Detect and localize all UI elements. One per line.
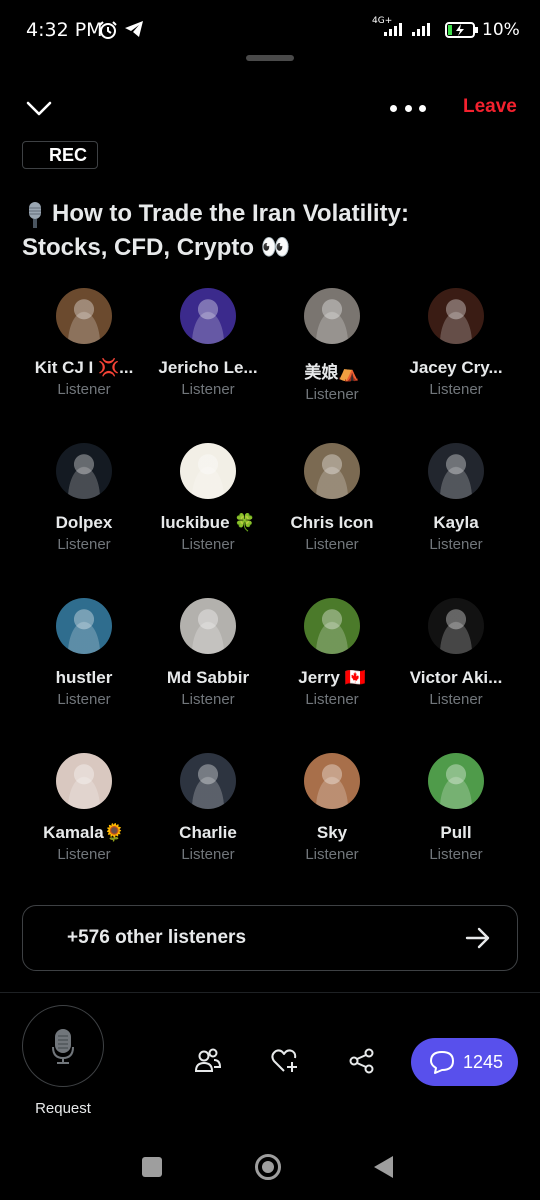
- other-listeners-button[interactable]: +576 other listeners: [22, 905, 518, 971]
- space-title: How to Trade the Iran Volatility: Stocks…: [22, 197, 522, 265]
- chevron-down-icon[interactable]: [24, 96, 54, 120]
- listener-role: Listener: [429, 381, 483, 398]
- people-icon[interactable]: [194, 1048, 222, 1074]
- listener-name: Sky: [316, 823, 348, 842]
- suit-man-avatar[interactable]: [180, 753, 236, 809]
- listener-role: Listener: [429, 691, 483, 708]
- listener-role: Listener: [305, 536, 359, 553]
- listener-card[interactable]: Kamala🌻 Listener: [22, 753, 146, 863]
- listener-card[interactable]: Pull Listener: [394, 753, 518, 863]
- signal-icon: [412, 23, 430, 36]
- arrow-right-icon: [465, 927, 490, 949]
- listener-name: Jerry 🇨🇦: [298, 668, 366, 687]
- listener-name: luckibue 🍀: [160, 513, 256, 532]
- alarm-icon: [99, 21, 117, 39]
- listener-name: Pull: [440, 823, 472, 842]
- listener-card[interactable]: Jerry 🇨🇦 Listener: [270, 598, 394, 708]
- listener-name: Kit CJ I 💢...: [34, 358, 134, 377]
- comments-count: 1245: [463, 1051, 504, 1072]
- listener-role: Listener: [181, 381, 235, 398]
- listener-role: Listener: [305, 691, 359, 708]
- listener-role: Listener: [57, 846, 111, 863]
- recents-icon[interactable]: [142, 1157, 162, 1177]
- listener-name: Victor Aki...: [409, 668, 503, 687]
- fire-ring-avatar[interactable]: [428, 288, 484, 344]
- listener-card[interactable]: luckibue 🍀 Listener: [146, 443, 270, 553]
- listener-name: Jacey Cry...: [409, 358, 503, 377]
- listener-name: Kayla: [433, 513, 479, 532]
- listener-card[interactable]: Md Sabbir Listener: [146, 598, 270, 708]
- cartoon-boy-avatar[interactable]: [428, 753, 484, 809]
- street-photo-avatar[interactable]: [304, 753, 360, 809]
- listener-card[interactable]: Sky Listener: [270, 753, 394, 863]
- listener-card[interactable]: Jacey Cry... Listener: [394, 288, 518, 398]
- listener-name: Charlie: [179, 823, 237, 842]
- masked-hero-avatar[interactable]: [56, 598, 112, 654]
- cartoon-cowboy-avatar[interactable]: [56, 288, 112, 344]
- listener-card[interactable]: 美娘⛺ Listener: [270, 288, 394, 403]
- listener-name: Chris Icon: [290, 513, 374, 532]
- request-label: Request: [35, 1100, 91, 1117]
- signal-icon: [384, 23, 402, 36]
- listener-name: hustler: [55, 668, 113, 687]
- listener-role: Listener: [429, 846, 483, 863]
- car-lights-avatar[interactable]: [428, 443, 484, 499]
- other-listeners-label: +576 other listeners: [67, 927, 247, 948]
- phone-screen-avatar[interactable]: [56, 443, 112, 499]
- comment-icon: [430, 1051, 454, 1074]
- listener-role: Listener: [181, 691, 235, 708]
- golf-driver-avatar[interactable]: [304, 598, 360, 654]
- status-bar: 4:32 PM 4G+ 10%: [0, 0, 540, 60]
- back-icon[interactable]: [374, 1156, 393, 1178]
- listener-card[interactable]: Kit CJ I 💢... Listener: [22, 288, 146, 398]
- listener-name: Kamala🌻: [43, 823, 125, 842]
- anime-girl-avatar[interactable]: [180, 443, 236, 499]
- clock-time: 4:32 PM: [26, 19, 103, 41]
- listener-card[interactable]: hustler Listener: [22, 598, 146, 708]
- listener-card[interactable]: Charlie Listener: [146, 753, 270, 863]
- listener-role: Listener: [429, 536, 483, 553]
- listener-role: Listener: [57, 536, 111, 553]
- battery-percent: 10%: [482, 20, 520, 40]
- record-dot-icon: [33, 149, 45, 161]
- listener-name: Md Sabbir: [166, 668, 250, 687]
- listener-role: Listener: [181, 536, 235, 553]
- listener-role: Listener: [305, 386, 359, 403]
- request-button[interactable]: [22, 1005, 104, 1087]
- listener-card[interactable]: Victor Aki... Listener: [394, 598, 518, 708]
- rec-label: REC: [49, 144, 88, 165]
- listener-role: Listener: [57, 381, 111, 398]
- rec-badge: REC: [22, 141, 98, 169]
- title-line-1: How to Trade the Iran Volatility:: [52, 200, 409, 227]
- divider: [0, 992, 540, 993]
- share-icon[interactable]: [349, 1048, 375, 1074]
- microphone-icon: [52, 1029, 74, 1064]
- listener-role: Listener: [57, 691, 111, 708]
- listener-card[interactable]: Jericho Le... Listener: [146, 288, 270, 398]
- app-logo-avatar[interactable]: [428, 598, 484, 654]
- woman-portrait-avatar[interactable]: [56, 753, 112, 809]
- hand-figurine-avatar[interactable]: [304, 288, 360, 344]
- telegram-icon: [125, 21, 143, 37]
- listener-name: Jericho Le...: [158, 358, 258, 377]
- listener-card[interactable]: Kayla Listener: [394, 443, 518, 553]
- battery-charging-icon: [445, 22, 478, 38]
- listener-role: Listener: [181, 846, 235, 863]
- comments-button[interactable]: 1245: [411, 1038, 518, 1086]
- heart-plus-icon[interactable]: [271, 1048, 299, 1074]
- man-portrait-avatar[interactable]: [180, 598, 236, 654]
- listener-name: 美娘⛺: [304, 363, 360, 382]
- more-dots-icon[interactable]: [390, 98, 426, 118]
- microphone-emoji-icon: [29, 201, 41, 228]
- listener-name: Dolpex: [55, 513, 113, 532]
- home-icon[interactable]: [255, 1154, 281, 1180]
- title-line-2: Stocks, CFD, Crypto 👀: [22, 234, 291, 261]
- leave-button[interactable]: Leave: [463, 96, 517, 118]
- drag-handle[interactable]: [246, 55, 294, 61]
- listener-card[interactable]: Chris Icon Listener: [270, 443, 394, 553]
- los-angeles-shirt-avatar[interactable]: [304, 443, 360, 499]
- blue-wizard-nft-avatar[interactable]: [180, 288, 236, 344]
- listener-card[interactable]: Dolpex Listener: [22, 443, 146, 553]
- listener-role: Listener: [305, 846, 359, 863]
